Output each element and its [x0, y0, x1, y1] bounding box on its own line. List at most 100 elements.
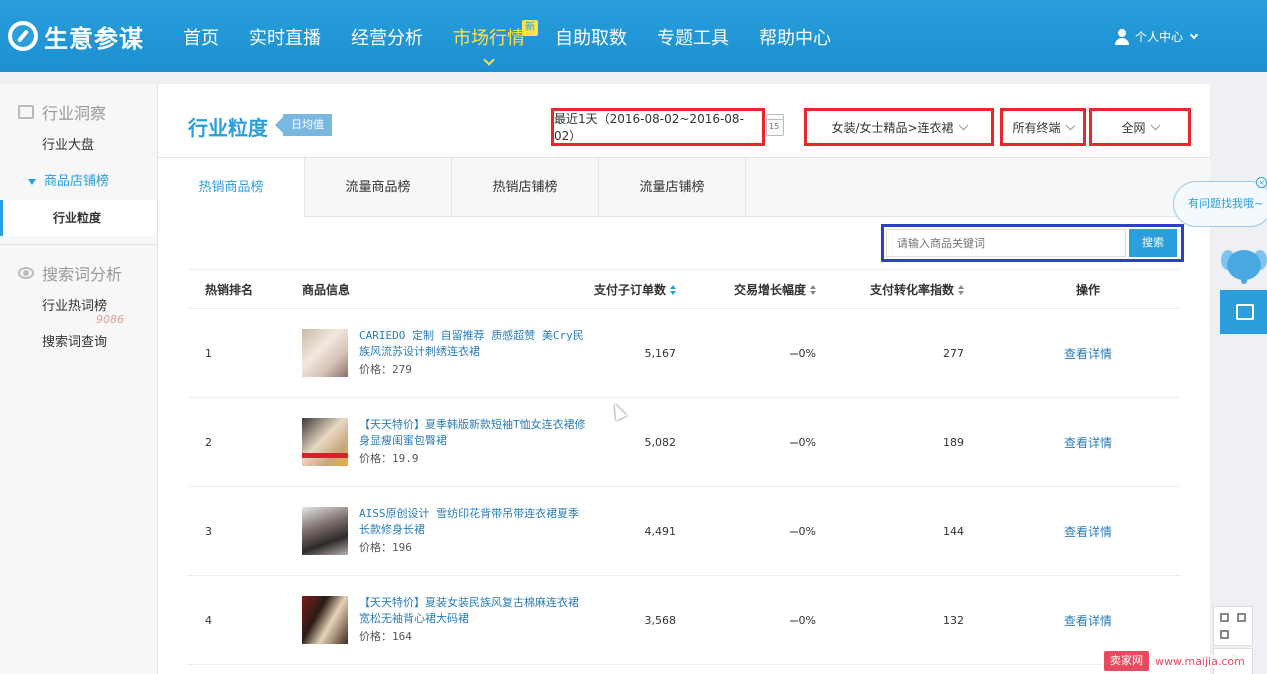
chat-button[interactable] [1220, 290, 1267, 334]
terminal-select[interactable]: 所有终端 [1000, 108, 1086, 146]
growth-cell: 0% [686, 347, 846, 360]
view-details-link[interactable]: 查看详情 [1064, 436, 1112, 450]
tab-hot-shops[interactable]: 热销店铺榜 [452, 158, 599, 217]
sidebar-item-industry-granularity[interactable]: 行业粒度 [0, 200, 157, 236]
product-title-link[interactable]: AISS原创设计 雪纺印花背带吊带连衣裙夏季长款修身长裙 [359, 506, 589, 538]
sort-icon [670, 285, 676, 295]
network-select[interactable]: 全网 [1089, 108, 1191, 146]
sidebar-section-label: 搜索词分析 [42, 265, 123, 284]
header-orders[interactable]: 支付子订单数 [586, 281, 686, 298]
header-operation: 操作 [1075, 282, 1100, 297]
qr-code-icon[interactable] [1213, 606, 1253, 646]
view-details-link[interactable]: 查看详情 [1064, 614, 1112, 628]
ranking-tabs: 热销商品榜 流量商品榜 热销店铺榜 流量店铺榜 [158, 157, 1210, 218]
top-navbar: 生意参谋 首页 实时直播 经营分析 市场行情 新 自助取数 专题工具 帮助中心 … [0, 0, 1267, 72]
nav-item-self-service[interactable]: 自助取数 [540, 0, 642, 72]
network-select-value: 全网 [1121, 120, 1146, 135]
product-title-link[interactable]: 【天天特价】夏季韩版新款短袖T恤女连衣裙修身显瘦闺蜜包臀裙 [359, 417, 589, 449]
tab-hot-products[interactable]: 热销商品榜 [158, 158, 305, 218]
chart-icon [18, 105, 34, 119]
rank-cell: 4 [205, 613, 212, 627]
sidebar-item-word-query[interactable]: 搜索词查询 [0, 325, 157, 361]
header-conversion[interactable]: 支付转化率指数 [846, 281, 996, 298]
nav-item-market-label: 市场行情 [453, 28, 525, 49]
nav-item-analysis[interactable]: 经营分析 [336, 0, 438, 72]
tab-traffic-products[interactable]: 流量商品榜 [305, 158, 452, 217]
chevron-down-icon [1150, 120, 1160, 130]
calendar-number: 15 [769, 122, 780, 131]
sidebar-divider [0, 244, 157, 245]
caret-down-icon [28, 178, 36, 185]
product-title-link[interactable]: CARIEDO 定制 自留推荐 质感超赞 美Cry民族风流苏设计刺绣连衣裙 [359, 328, 589, 360]
sidebar-section-industry: 行业洞察 [0, 96, 157, 128]
nav-item-market[interactable]: 市场行情 新 [438, 0, 540, 72]
growth-value: 0% [798, 613, 816, 627]
tab-traffic-shops[interactable]: 流量店铺榜 [599, 158, 746, 217]
product-thumbnail[interactable] [302, 507, 348, 555]
rank-cell: 2 [205, 435, 212, 449]
calendar-icon[interactable]: 15 [766, 114, 784, 136]
user-menu[interactable]: 个人中心 [1114, 28, 1199, 45]
mascot-elephant-icon[interactable] [1221, 244, 1267, 286]
sidebar-group-label: 商品店铺榜 [44, 174, 110, 189]
header-growth[interactable]: 交易增长幅度 [686, 281, 846, 298]
category-select[interactable]: 女装/女士精品>连衣裙 [804, 108, 994, 146]
watermark-url: www.maijia.com [1155, 654, 1245, 668]
brand-name: 生意参谋 [44, 24, 144, 53]
rank-cell: 3 [205, 524, 212, 538]
view-details-link[interactable]: 查看详情 [1064, 525, 1112, 539]
daily-average-tag: 日均值 [275, 114, 332, 136]
terminal-select-value: 所有终端 [1012, 120, 1061, 135]
growth-cell: 0% [686, 436, 846, 449]
site-watermark: 卖家网 www.maijia.com [1104, 650, 1245, 672]
nav-item-help[interactable]: 帮助中心 [744, 0, 846, 72]
table-row: 2 【天天特价】夏季韩版新款短袖T恤女连衣裙修身显瘦闺蜜包臀裙 价格：19.9 … [188, 398, 1180, 487]
conversion-cell: 277 [943, 346, 964, 360]
main-panel: 行业粒度 日均值 最近1天（2016-08-02~2016-08-02） 15 … [158, 84, 1210, 674]
growth-value: 0% [798, 524, 816, 538]
qr-square [1220, 613, 1229, 622]
brand-logo[interactable]: 生意参谋 [8, 18, 144, 54]
nav-item-live[interactable]: 实时直播 [234, 0, 336, 72]
qr-square [1220, 630, 1229, 639]
sidebar-item-industry-overview[interactable]: 行业大盘 [0, 128, 157, 164]
product-title-link[interactable]: 【天天特价】夏装女装民族风复古棉麻连衣裙宽松无袖背心裙大码裙 [359, 595, 589, 627]
product-info-cell: 【天天特价】夏季韩版新款短袖T恤女连衣裙修身显瘦闺蜜包臀裙 价格：19.9 [286, 417, 586, 467]
help-bubble[interactable]: 有问题找我哦~ [1173, 181, 1267, 227]
nav-item-home[interactable]: 首页 [168, 0, 234, 72]
user-menu-label: 个人中心 [1134, 30, 1183, 44]
header-info: 商品信息 [302, 282, 351, 297]
sidebar-item-hot-words[interactable]: 行业热词榜 [0, 289, 157, 325]
product-thumbnail[interactable] [302, 418, 348, 466]
date-range-filter[interactable]: 最近1天（2016-08-02~2016-08-02） [551, 108, 765, 146]
main-nav: 首页 实时直播 经营分析 市场行情 新 自助取数 专题工具 帮助中心 [168, 0, 846, 72]
sidebar-section-search: 搜索词分析 [0, 257, 157, 289]
header-rank: 热销排名 [205, 282, 254, 297]
qr-square [1237, 613, 1246, 622]
growth-value: 0% [798, 346, 816, 360]
product-thumbnail[interactable] [302, 596, 348, 644]
table-row: 4 【天天特价】夏装女装民族风复古棉麻连衣裙宽松无袖背心裙大码裙 价格：164 … [188, 576, 1180, 665]
compass-icon [8, 21, 38, 51]
search-area: 搜索 [881, 224, 1184, 262]
product-info-cell: CARIEDO 定制 自留推荐 质感超赞 美Cry民族风流苏设计刺绣连衣裙 价格… [286, 328, 586, 378]
product-price: 价格：196 [359, 541, 412, 554]
view-details-link[interactable]: 查看详情 [1064, 347, 1112, 361]
flat-trend-icon [789, 352, 798, 355]
product-info-cell: AISS原创设计 雪纺印花背带吊带连衣裙夏季长款修身长裙 价格：196 [286, 506, 586, 556]
nav-item-tools[interactable]: 专题工具 [642, 0, 744, 72]
product-price: 价格：164 [359, 630, 412, 643]
sidebar-group-product-shop[interactable]: 商品店铺榜 [0, 164, 157, 200]
sidebar-section-label: 行业洞察 [42, 104, 107, 123]
table-header: 热销排名 商品信息 支付子订单数 交易增长幅度 支付转化率指数 操作 [188, 269, 1180, 309]
product-thumbnail[interactable] [302, 329, 348, 377]
growth-cell: 0% [686, 525, 846, 538]
close-icon[interactable]: × [1256, 177, 1267, 188]
search-button[interactable]: 搜索 [1129, 229, 1177, 257]
chevron-down-icon [1065, 120, 1075, 130]
chevron-down-icon [483, 54, 495, 66]
search-input[interactable] [886, 229, 1126, 257]
orders-cell: 4,491 [644, 524, 677, 538]
conversion-cell: 132 [943, 613, 964, 627]
rank-cell: 1 [205, 346, 212, 360]
